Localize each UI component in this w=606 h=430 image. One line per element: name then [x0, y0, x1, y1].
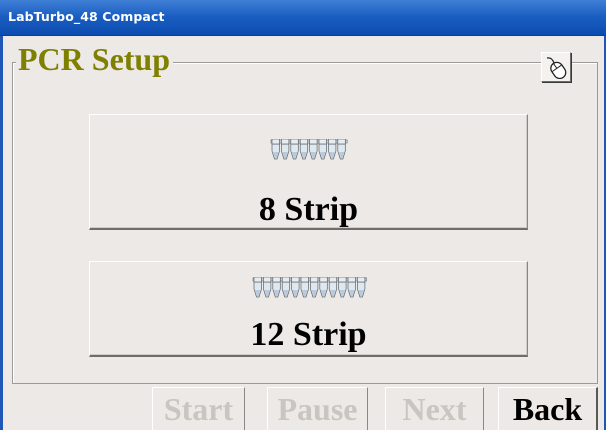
window-left-border [0, 36, 3, 430]
pcr-tube [318, 139, 327, 160]
pause-button[interactable]: Pause [267, 387, 368, 430]
pcr-tube [347, 277, 356, 298]
pcr-tube [271, 139, 280, 160]
app-window: LabTurbo_48 Compact PCR Setup 8 Strip 12… [0, 0, 606, 430]
pcr-tube [318, 277, 328, 298]
next-button[interactable]: Next [385, 387, 484, 430]
group-title: PCR Setup [16, 40, 174, 78]
pcr-tube [356, 277, 365, 298]
title-bar: LabTurbo_48 Compact [0, 0, 606, 36]
pcr-tube [253, 277, 262, 298]
pcr-tube [308, 139, 317, 160]
8-strip-button[interactable]: 8 Strip [89, 114, 528, 230]
pcr-tube [327, 139, 336, 160]
pcr-tube [299, 139, 308, 160]
8-tube-strip-icon [270, 139, 347, 160]
pcr-tube [289, 139, 299, 160]
12-strip-button[interactable]: 12 Strip [89, 261, 528, 357]
pcr-tube [309, 277, 318, 298]
pcr-tube [262, 277, 271, 298]
12-tube-strip-icon [252, 277, 367, 298]
pcr-tube [271, 277, 281, 298]
pcr-tube [336, 139, 346, 160]
8-strip-label: 8 Strip [258, 191, 359, 228]
mouse-icon [546, 57, 567, 79]
pcr-tube [280, 139, 289, 160]
mouse-pointer-button[interactable] [541, 52, 571, 82]
pcr-tube [328, 277, 337, 298]
start-button[interactable]: Start [152, 387, 245, 430]
window-title: LabTurbo_48 Compact [8, 9, 165, 24]
pcr-tube [290, 277, 299, 298]
12-strip-label: 12 Strip [250, 316, 367, 353]
pcr-tube [300, 277, 309, 298]
pcr-tube [281, 277, 290, 298]
pcr-tube [337, 277, 346, 298]
back-button[interactable]: Back [498, 387, 598, 430]
